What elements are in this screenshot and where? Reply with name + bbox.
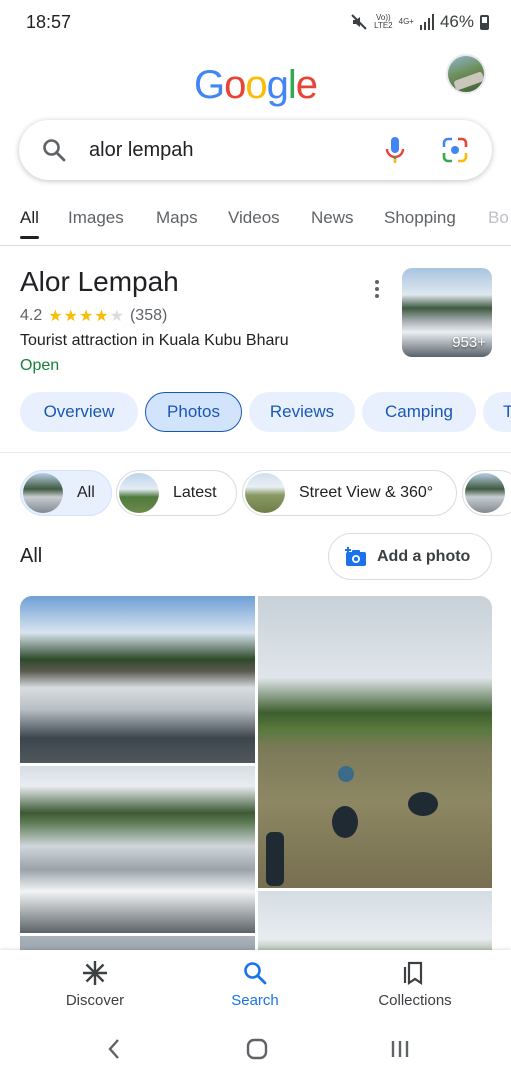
status-icons: Vo)) LTE2 4G+ 46% [350, 12, 489, 32]
photo-filter-street-view[interactable]: Street View & 360° [242, 470, 457, 516]
photo-partial[interactable] [20, 936, 255, 950]
add-photo-icon [345, 546, 366, 566]
nav-label: Search [231, 992, 279, 1009]
volte-indicator: Vo)) LTE2 [374, 13, 393, 30]
tab-books[interactable]: Bo [488, 208, 509, 228]
google-logo[interactable]: Google [0, 63, 511, 108]
photo-detail [338, 766, 354, 782]
photo-filter-chips: All Latest Street View & 360° [0, 470, 511, 518]
tab-images[interactable]: Images [68, 208, 124, 228]
star-icon: ★ [48, 308, 63, 325]
search-box[interactable]: alor lempah [19, 120, 492, 180]
open-status: Open [20, 357, 60, 374]
rating-value: 4.2 [20, 307, 43, 324]
photo-sky[interactable] [258, 891, 492, 950]
logo-letter: e [295, 63, 318, 107]
chip-camping[interactable]: Camping [362, 392, 476, 432]
tab-maps[interactable]: Maps [156, 208, 198, 228]
nav-collections[interactable]: Collections [350, 960, 480, 1009]
mic-icon[interactable] [385, 136, 405, 164]
add-photo-button[interactable]: Add a photo [328, 533, 492, 580]
photo-waterfall-1[interactable] [20, 596, 255, 763]
status-bar: 18:57 Vo)) LTE2 4G+ 46% [0, 0, 511, 48]
account-avatar[interactable] [446, 54, 486, 94]
mute-icon [351, 14, 367, 30]
nav-label: Discover [65, 992, 125, 1009]
collections-icon [403, 961, 423, 986]
search-tabs: All Images Maps Videos News Shopping Bo [0, 206, 511, 246]
filter-label: Latest [173, 484, 217, 501]
lens-camera-icon[interactable] [441, 137, 469, 163]
star-icon: ★ [94, 308, 109, 325]
filter-thumbnail [119, 473, 159, 513]
chip-reviews[interactable]: Reviews [249, 392, 355, 432]
add-photo-label: Add a photo [377, 547, 471, 565]
chip-overview[interactable]: Overview [20, 392, 138, 432]
photo-filter-all[interactable]: All [20, 470, 112, 516]
star-icon: ★ [109, 308, 124, 325]
system-navigation [0, 1020, 511, 1080]
logo-letter: G [193, 63, 225, 107]
photo-filter-latest[interactable]: Latest [116, 470, 237, 516]
battery-icon [480, 14, 489, 30]
divider [0, 452, 511, 453]
filter-thumbnail [23, 473, 63, 513]
battery-percent: 46% [439, 12, 474, 31]
star-icon: ★ [63, 308, 78, 325]
photo-filter-more[interactable] [462, 470, 511, 516]
logo-letter: g [266, 63, 289, 107]
filter-thumbnail [465, 473, 505, 513]
place-thumbnail[interactable]: 953+ [402, 268, 492, 357]
photo-river-swimmers[interactable] [258, 596, 492, 888]
signal-icon [419, 14, 434, 30]
photo-count: 953+ [452, 334, 486, 351]
search-icon [244, 962, 267, 985]
home-icon[interactable] [246, 1038, 268, 1060]
rating-stars: ★ ★ ★ ★ ★ [48, 306, 124, 326]
search-icon [43, 139, 66, 162]
logo-letter: o [224, 63, 246, 107]
photo-grid [20, 596, 492, 950]
place-chips: Overview Photos Reviews Camping T [0, 392, 511, 434]
photos-section-title: All [20, 545, 43, 567]
nav-discover[interactable]: Discover [30, 960, 160, 1009]
photo-detail [332, 806, 358, 838]
bottom-navigation: Discover Search Collections [0, 950, 511, 1020]
photo-detail [266, 832, 284, 886]
recents-icon[interactable] [390, 1038, 410, 1060]
place-title: Alor Lempah [20, 266, 179, 297]
nav-search[interactable]: Search [190, 960, 320, 1009]
review-count[interactable]: (358) [130, 307, 167, 325]
tab-videos[interactable]: Videos [228, 208, 280, 228]
search-query[interactable]: alor lempah [89, 139, 194, 162]
tab-news[interactable]: News [311, 208, 354, 228]
logo-letter: l [287, 63, 297, 107]
rating-row: 4.2 ★ ★ ★ ★ ★ (358) [20, 306, 167, 326]
network-type: 4G+ [398, 17, 414, 26]
asterisk-icon [83, 961, 107, 985]
tab-all[interactable]: All [20, 208, 39, 228]
status-time: 18:57 [26, 12, 72, 32]
more-options-icon[interactable] [370, 279, 384, 299]
photo-detail [408, 792, 438, 816]
photo-waterfall-2[interactable] [20, 766, 255, 933]
filter-label: All [77, 484, 95, 501]
place-type: Tourist attraction in Kuala Kubu Bharu [20, 332, 289, 349]
star-icon: ★ [78, 308, 94, 325]
logo-letter: o [245, 63, 267, 107]
tab-shopping[interactable]: Shopping [384, 208, 456, 228]
back-icon[interactable] [106, 1038, 122, 1060]
chip-photos[interactable]: Photos [145, 392, 242, 432]
nav-label: Collections [378, 992, 452, 1009]
active-tab-indicator [20, 236, 39, 239]
chip-more[interactable]: T [483, 392, 511, 432]
filter-label: Street View & 360° [299, 484, 434, 501]
filter-thumbnail [245, 473, 285, 513]
